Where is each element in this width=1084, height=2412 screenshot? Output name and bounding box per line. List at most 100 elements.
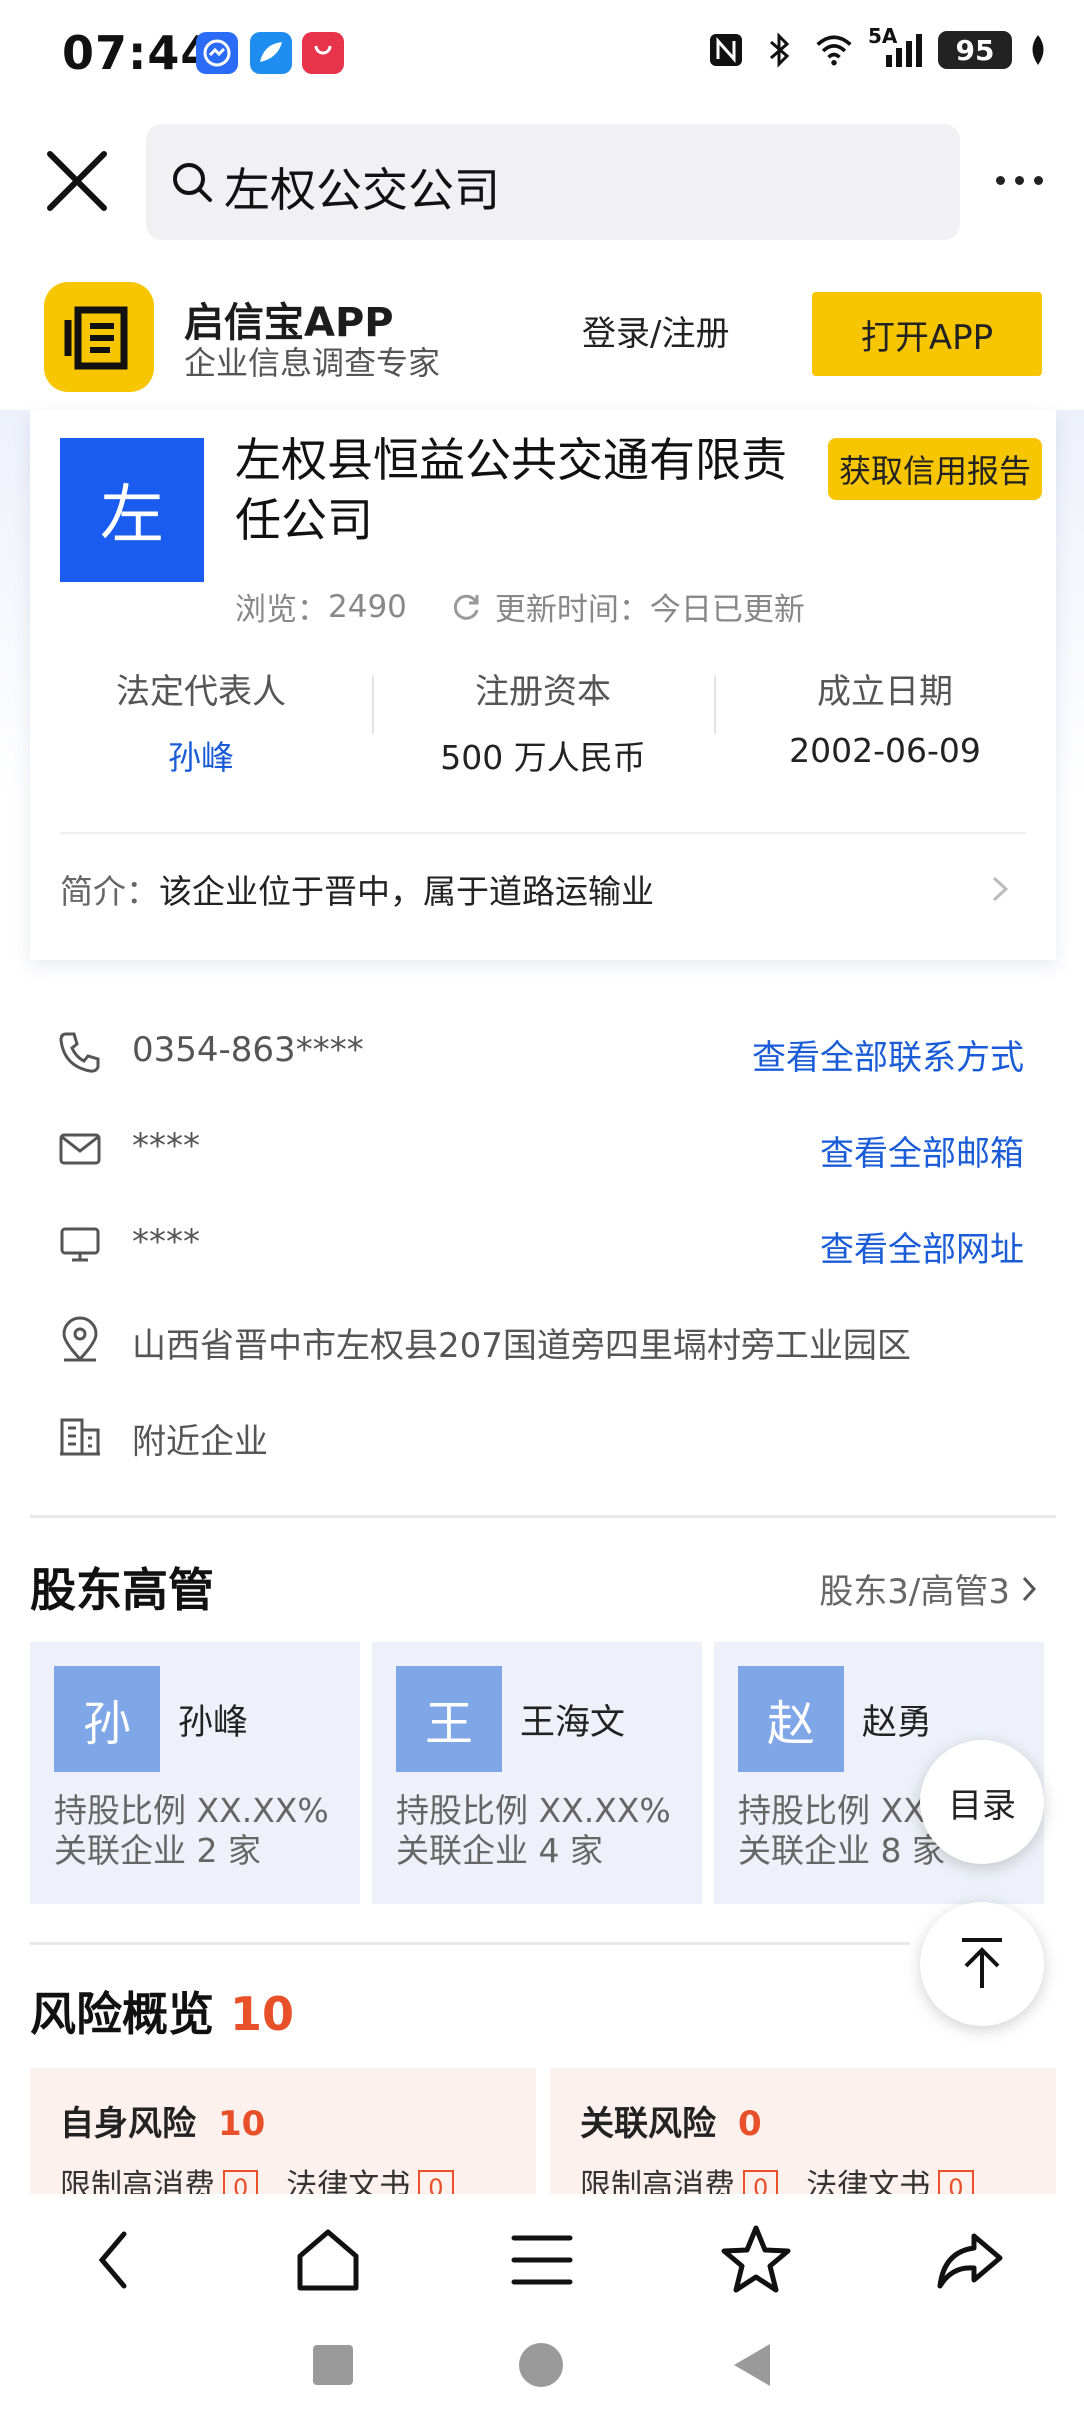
share-button[interactable]: [930, 2220, 1010, 2300]
more-dot: [1015, 175, 1024, 185]
section-divider: [30, 1515, 1056, 1518]
update-value: 今日已更新: [649, 592, 805, 628]
related-risk-box[interactable]: 关联风险 0 限制高消费 0 法律文书 0: [550, 2068, 1056, 2206]
chevron-right-icon: [1022, 1576, 1037, 1601]
stat-legal-rep: 法定代表人 孙峰: [30, 662, 372, 782]
qixinbao-logo-icon: [44, 282, 154, 392]
home-button[interactable]: [288, 2220, 368, 2300]
phone-icon: [59, 1032, 100, 1073]
related-risk-label: 关联风险: [580, 2104, 716, 2144]
view-all-websites-link[interactable]: 查看全部网址: [820, 1222, 1024, 1271]
view-all-emails-link[interactable]: 查看全部邮箱: [820, 1126, 1024, 1175]
star-icon: [721, 2225, 791, 2293]
square-icon: [313, 2345, 353, 2385]
stat-founded: 成立日期 2002-06-09: [714, 662, 1056, 782]
shareholders-summary: 股东3/高管3: [819, 1572, 1010, 1612]
wifi-icon: [814, 30, 854, 70]
menu-button[interactable]: [502, 2220, 582, 2300]
close-button[interactable]: [44, 148, 110, 214]
view-all-contacts-link[interactable]: 查看全部联系方式: [752, 1030, 1024, 1079]
stat-label: 成立日期: [817, 672, 953, 712]
nearby-companies-label: 附近企业: [132, 1422, 268, 1462]
login-register-link[interactable]: 登录/注册: [582, 306, 729, 355]
shareholders-summary-link[interactable]: 股东3/高管3: [819, 1564, 1038, 1613]
app-subtitle: 企业信息调查专家: [184, 344, 441, 382]
company-intro[interactable]: 简介：该企业位于晋中，属于道路运输业: [60, 865, 654, 913]
favorite-button[interactable]: [716, 2220, 796, 2300]
signal-icon: 5A: [868, 24, 924, 70]
system-back-button[interactable]: [730, 2342, 774, 2392]
legal-rep-link[interactable]: 孙峰: [30, 731, 372, 779]
contact-phone: 0354-863**** 查看全部联系方式: [0, 1008, 1084, 1098]
stat-label: 注册资本: [475, 672, 611, 712]
circle-icon: [519, 2343, 563, 2387]
risk-title-text: 风险概览: [30, 1987, 214, 2041]
shareholder-card[interactable]: 王 王海文 持股比例 XX.XX% 关联企业 4 家: [372, 1642, 702, 1904]
card-divider: [60, 832, 1026, 834]
system-nav-bar: [0, 2324, 1084, 2412]
app-gallery-icon: [302, 32, 344, 74]
avatar: 王: [396, 1666, 502, 1772]
self-risk-box[interactable]: 自身风险 10 限制高消费 0 法律文书 0: [30, 2068, 536, 2206]
back-button[interactable]: [76, 2220, 156, 2300]
menu-icon: [511, 2235, 573, 2285]
intro-text: 该企业位于晋中，属于道路运输业: [159, 872, 654, 911]
toc-label: 目录: [948, 1785, 1016, 1826]
self-risk-count: 10: [218, 2104, 266, 2144]
battery-indicator: 95: [938, 31, 1012, 69]
refresh-icon: [453, 594, 479, 620]
related-risk-count: 0: [738, 2104, 762, 2144]
stat-capital: 注册资本 500 万人民币: [372, 662, 714, 782]
building-icon: [60, 1418, 100, 1456]
stat-value: 500 万人民币: [440, 738, 646, 777]
status-time: 07:44: [62, 26, 214, 80]
leaf-icon: [1026, 30, 1050, 70]
browser-bottom-nav: [0, 2194, 1084, 2324]
contact-email: **** 查看全部邮箱: [0, 1104, 1084, 1194]
related-companies: 关联企业 4 家: [396, 1831, 603, 1870]
risk-total-count: 10: [230, 1987, 295, 2041]
search-query: 左权公交公司: [224, 163, 500, 217]
shareholder-name: 王海文: [520, 1703, 626, 1743]
contact-address[interactable]: 山西省晋中市左权县207国道旁四里塥村旁工业园区: [0, 1296, 1084, 1386]
home-icon: [297, 2229, 359, 2291]
avatar: 赵: [738, 1666, 844, 1772]
monitor-icon: [60, 1227, 100, 1262]
views-label: 浏览：: [235, 592, 328, 628]
recent-apps-button[interactable]: [312, 2344, 354, 2390]
more-dot: [1034, 175, 1043, 185]
email-value: ****: [132, 1126, 200, 1166]
more-options-button[interactable]: [996, 160, 1056, 200]
status-bar: 07:44 5A 95: [0, 0, 1084, 110]
risk-overview-title: 风险概览 10: [30, 1978, 294, 2044]
risk-box-title: 关联风险 0: [580, 2096, 762, 2145]
views-count: 2490: [328, 588, 407, 625]
table-of-contents-button[interactable]: 目录: [920, 1740, 1044, 1864]
search-icon: [168, 158, 218, 208]
shareholder-card[interactable]: 孙 孙峰 持股比例 XX.XX% 关联企业 2 家: [30, 1642, 360, 1904]
location-icon: [62, 1316, 98, 1362]
system-home-button[interactable]: [518, 2342, 564, 2392]
update-label: 更新时间：: [494, 592, 650, 628]
nearby-companies[interactable]: 附近企业: [0, 1392, 1084, 1482]
open-app-button[interactable]: 打开APP: [812, 292, 1042, 376]
back-to-top-button[interactable]: [920, 1902, 1044, 2026]
stat-label: 法定代表人: [116, 672, 286, 712]
mail-icon: [59, 1133, 101, 1165]
bluetooth-icon: [760, 30, 800, 70]
search-input[interactable]: 左权公交公司: [146, 124, 960, 240]
triangle-left-icon: [734, 2344, 770, 2386]
arrow-up-icon: [962, 1938, 1002, 1988]
more-dot: [996, 175, 1005, 185]
intro-label: 简介：: [60, 872, 159, 911]
phone-number: 0354-863****: [132, 1030, 364, 1070]
credit-report-button[interactable]: 获取信用报告: [828, 438, 1042, 500]
risk-box-title: 自身风险 10: [60, 2096, 265, 2145]
chevron-left-icon: [98, 2231, 127, 2289]
share-icon: [937, 2233, 1003, 2289]
section-divider: [30, 1942, 910, 1945]
company-name: 左权县恒益公共交通有限责任公司: [235, 433, 787, 547]
nfc-icon: [706, 30, 746, 70]
shareholders-title: 股东高管: [30, 1563, 214, 1617]
chevron-right-icon: [992, 876, 1009, 902]
